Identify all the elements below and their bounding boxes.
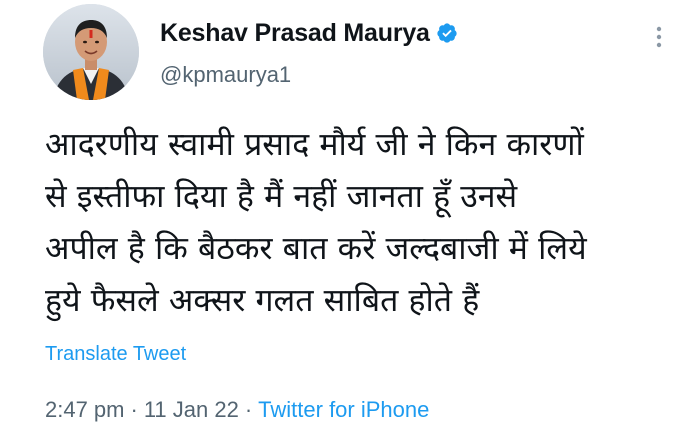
meta-separator: · [130, 397, 138, 422]
tweet-text: आदरणीय स्वामी प्रसाद मौर्य जी ने किन कार… [45, 125, 587, 319]
verified-badge-icon [436, 22, 458, 44]
author-block: Keshav Prasad Maurya @kpmaurya1 [160, 18, 458, 86]
avatar-photo [43, 4, 139, 100]
tweet-time[interactable]: 2:47 pm [45, 397, 125, 422]
tweet-source-link[interactable]: Twitter for iPhone [258, 397, 429, 422]
more-options-icon[interactable] [652, 22, 666, 52]
author-display-name[interactable]: Keshav Prasad Maurya [160, 20, 430, 46]
translate-tweet-link[interactable]: Translate Tweet [45, 343, 186, 366]
author-handle[interactable]: @kpmaurya1 [160, 64, 458, 86]
meta-separator: · [244, 397, 253, 422]
tweet-metadata: 2:47 pm · 11 Jan 22 · Twitter for iPhone [45, 397, 429, 423]
author-name-row: Keshav Prasad Maurya [160, 18, 458, 48]
tweet-date[interactable]: 11 Jan 22 [144, 397, 239, 422]
avatar[interactable] [43, 4, 139, 100]
tweet-card: Keshav Prasad Maurya @kpmaurya1 आदरणीय स… [0, 0, 681, 435]
